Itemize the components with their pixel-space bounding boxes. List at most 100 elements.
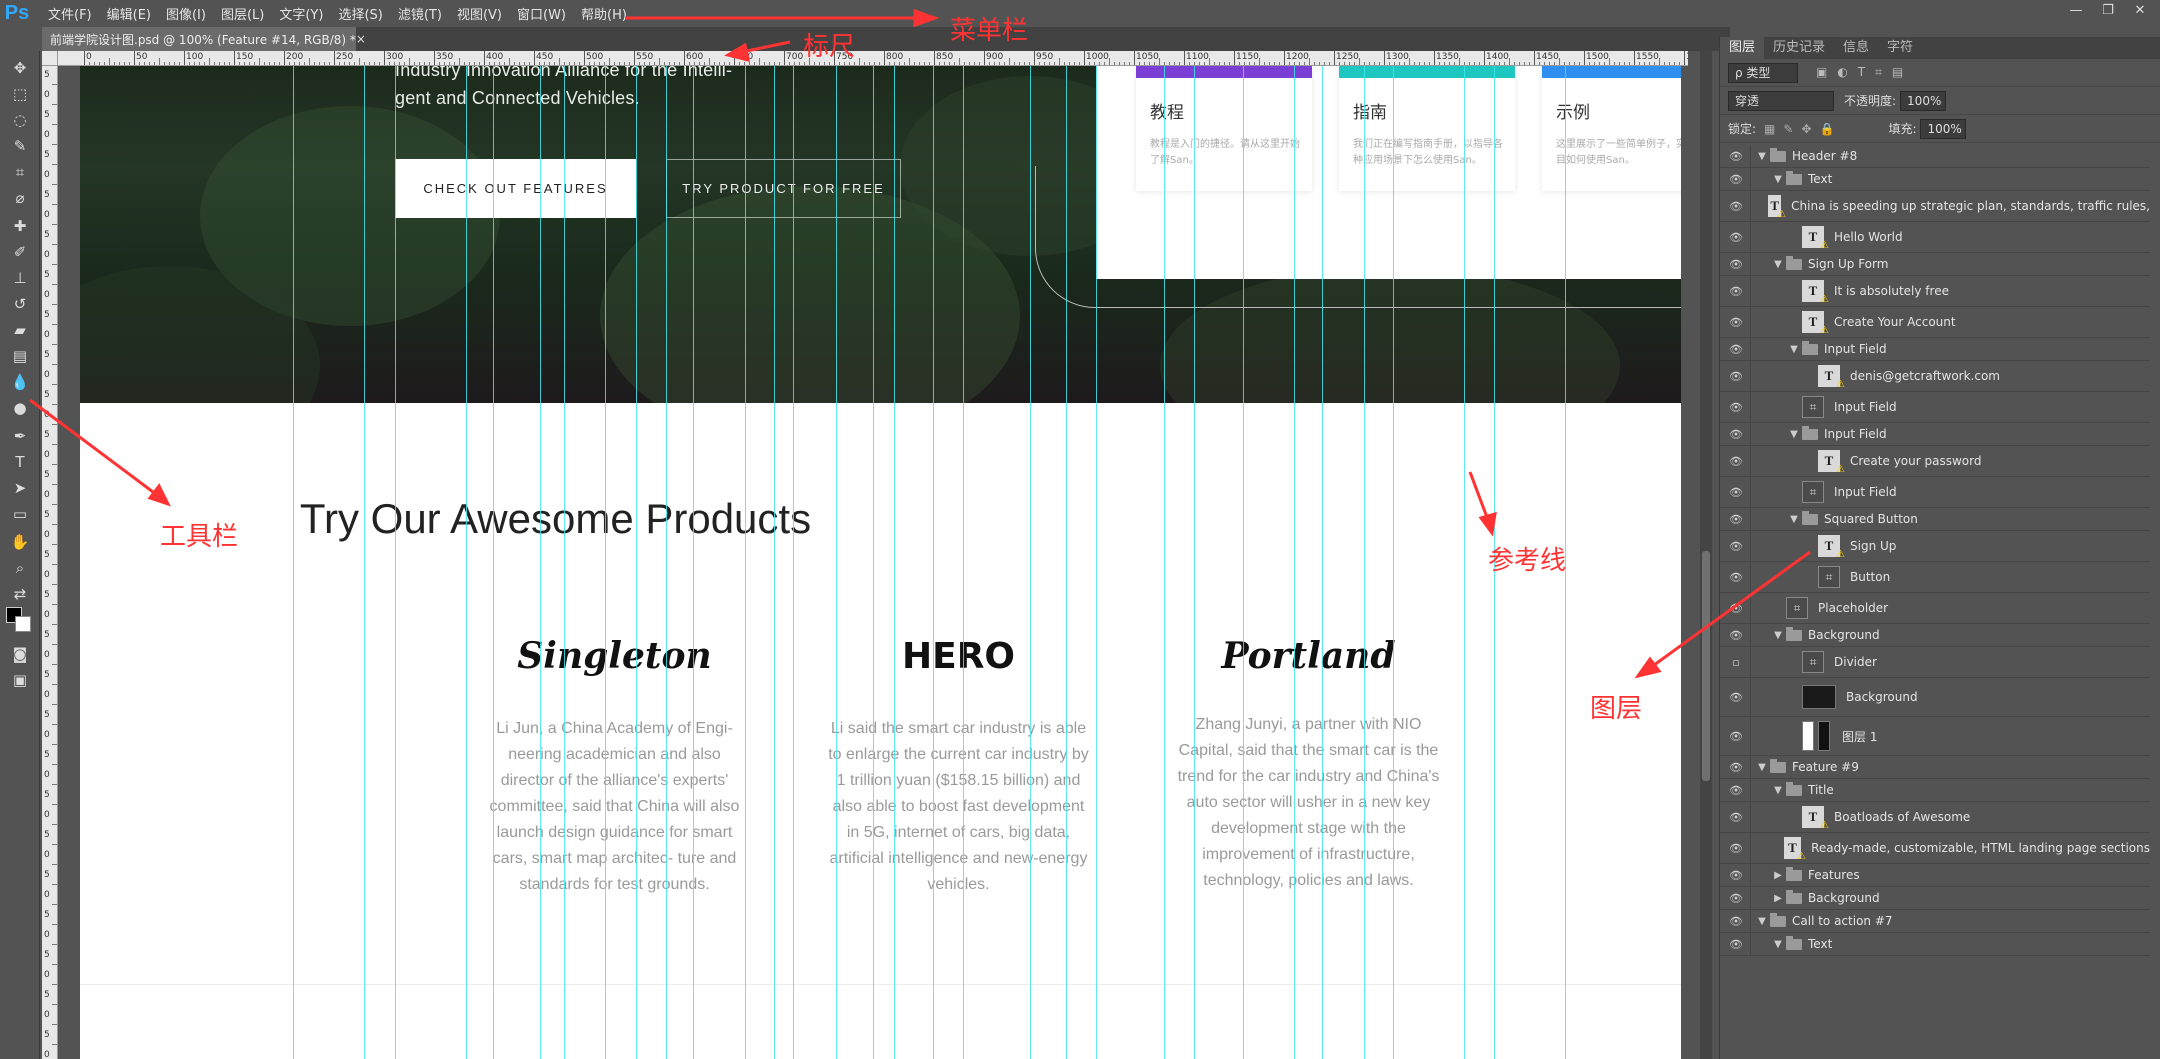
lock-icons[interactable]: ▦✎✥🔒	[1764, 122, 1842, 136]
visibility-eye-icon[interactable]: 👁	[1728, 915, 1744, 928]
tab-layers[interactable]: 图层	[1720, 37, 1765, 59]
zoom-tool-icon[interactable]: ⌕	[8, 557, 32, 579]
menu-item[interactable]: 视图(V)	[457, 4, 502, 23]
move-tool-icon[interactable]: ✥	[8, 57, 32, 79]
visibility-eye-icon[interactable]: 👁	[1728, 842, 1744, 855]
menu-item[interactable]: 编辑(E)	[107, 4, 151, 23]
quick-mask-icon[interactable]: ◙	[8, 643, 32, 665]
try-product-free-button[interactable]: TRY PRODUCT FOR FREE	[666, 159, 901, 218]
visibility-eye-icon[interactable]: 👁	[1728, 761, 1744, 774]
blend-mode-select[interactable]: 穿透	[1728, 90, 1834, 111]
filter-icons[interactable]: ▣◐T⌗▤	[1816, 65, 1913, 80]
layer-row[interactable]: 👁 T ⚠ Ready-made, customizable, HTML landin…	[1720, 833, 2150, 864]
visibility-eye-icon[interactable]: 👁	[1728, 455, 1744, 468]
stamp-tool-icon[interactable]: ⊥	[8, 267, 32, 289]
visibility-eye-icon[interactable]: 👁	[1728, 258, 1744, 271]
visibility-eye-icon[interactable]: 👁	[1728, 370, 1744, 383]
caret-right-icon[interactable]: ▶	[1772, 893, 1784, 904]
layer-row[interactable]: 👁 T ⚠ Hello World	[1720, 222, 2150, 253]
layer-group-row[interactable]: 👁 ▼ Input Field	[1720, 423, 2150, 446]
hand-tool-icon[interactable]: ✋	[8, 531, 32, 553]
tab-character[interactable]: 字符	[1878, 37, 1922, 59]
layer-group-row[interactable]: 👁 ▶ Background	[1720, 887, 2150, 910]
lasso-tool-icon[interactable]: ◌	[8, 109, 32, 131]
layer-row[interactable]: 👁 T ⚠ denis@getcraftwork.com	[1720, 361, 2150, 392]
visibility-eye-icon[interactable]: 👁	[1728, 401, 1744, 414]
caret-down-icon[interactable]: ▼	[1772, 939, 1784, 950]
layer-row[interactable]: 👁 T ⚠ Sign Up	[1720, 531, 2150, 562]
menu-item[interactable]: 滤镜(T)	[398, 4, 442, 23]
layer-group-row[interactable]: 👁 ▼ Call to action #7	[1720, 910, 2150, 933]
visibility-eye-icon[interactable]: 👁	[1728, 629, 1744, 642]
visibility-eye-icon[interactable]: 👁	[1728, 513, 1744, 526]
gradient-tool-icon[interactable]: ▤	[8, 345, 32, 367]
visibility-eye-icon[interactable]: 👁	[1728, 869, 1744, 882]
minimize-button[interactable]: —	[2060, 0, 2092, 20]
document-canvas[interactable]: Industry Innovation Alliance for the Int…	[80, 66, 1681, 1059]
visibility-eye-icon[interactable]: 👁	[1728, 343, 1744, 356]
screen-mode-icon[interactable]: ▣	[8, 669, 32, 691]
caret-down-icon[interactable]: ▼	[1756, 762, 1768, 773]
visibility-eye-icon[interactable]: 👁	[1728, 150, 1744, 163]
layer-group-row[interactable]: 👁 ▼ Feature #9	[1720, 756, 2150, 779]
healing-brush-tool-icon[interactable]: ✚	[8, 215, 32, 237]
scrollbar-thumb[interactable]	[1702, 551, 1710, 781]
caret-down-icon[interactable]: ▼	[1772, 785, 1784, 796]
caret-down-icon[interactable]: ▼	[1756, 916, 1768, 927]
layer-row[interactable]: 👁 T ⚠ It is absolutely free	[1720, 276, 2150, 307]
doc-card-tutorial[interactable]: 教程 教程是入门的捷径。请从这里开始了解San。	[1136, 66, 1312, 191]
menu-item[interactable]: 文件(F)	[48, 4, 92, 23]
layer-row[interactable]: 👁 Background	[1720, 678, 2150, 717]
quick-select-tool-icon[interactable]: ✎	[8, 135, 32, 157]
visibility-eye-icon[interactable]: 👁	[1728, 231, 1744, 244]
eraser-tool-icon[interactable]: ▰	[8, 319, 32, 341]
layer-row[interactable]: 👁 T ⚠ China is speeding up strategic plan, …	[1720, 191, 2150, 222]
visibility-eye-icon[interactable]: 👁	[1728, 428, 1744, 441]
menu-item[interactable]: 窗口(W)	[517, 4, 566, 23]
layer-group-row[interactable]: 👁 ▼ Text	[1720, 933, 2150, 956]
caret-down-icon[interactable]: ▼	[1788, 344, 1800, 355]
caret-down-icon[interactable]: ▼	[1756, 151, 1768, 162]
layer-group-row[interactable]: 👁 ▶ Features	[1720, 864, 2150, 887]
check-out-features-button[interactable]: CHECK OUT FEATURES	[395, 159, 636, 218]
restore-button[interactable]: ❐	[2092, 0, 2124, 20]
visibility-eye-icon[interactable]: 👁	[1728, 571, 1744, 584]
tab-info[interactable]: 信息	[1834, 37, 1878, 59]
visibility-eye-icon[interactable]: 👁	[1728, 285, 1744, 298]
document-tab[interactable]: 前端学院设计图.psd @ 100% (Feature #14, RGB/8) …	[42, 27, 366, 51]
background-color-swatch[interactable]	[15, 616, 31, 632]
top-ruler[interactable]: 0 50 100 150 200 250 300 350 400 450 500 550 600 650 7…	[58, 51, 1688, 66]
tab-history[interactable]: 历史记录	[1764, 37, 1834, 59]
layer-group-row[interactable]: 👁 ▼ Header #8	[1720, 145, 2150, 168]
layer-row[interactable]: 👁 T ⚠ Boatloads of Awesome	[1720, 802, 2150, 833]
layer-group-row[interactable]: 👁 ▼ Squared Button	[1720, 508, 2150, 531]
history-brush-tool-icon[interactable]: ↺	[8, 293, 32, 315]
layer-row[interactable]: 👁 T ⚠ Create Your Account	[1720, 307, 2150, 338]
menu-item[interactable]: 帮助(H)	[581, 4, 627, 23]
caret-down-icon[interactable]: ▼	[1772, 630, 1784, 641]
marquee-tool-icon[interactable]: ⬚	[8, 83, 32, 105]
menu-item[interactable]: 图像(I)	[166, 4, 206, 23]
caret-down-icon[interactable]: ▼	[1788, 429, 1800, 440]
visibility-eye-icon[interactable]: 👁	[1728, 811, 1744, 824]
visibility-eye-icon[interactable]: ▫	[1728, 656, 1744, 669]
type-tool-icon[interactable]: T	[8, 451, 32, 473]
vertical-scrollbar[interactable]	[1700, 51, 1712, 1059]
visibility-eye-icon[interactable]: 👁	[1728, 602, 1744, 615]
layer-group-row[interactable]: 👁 ▼ Background	[1720, 624, 2150, 647]
visibility-eye-icon[interactable]: 👁	[1728, 173, 1744, 186]
visibility-eye-icon[interactable]: 👁	[1728, 486, 1744, 499]
rectangle-tool-icon[interactable]: ▭	[8, 503, 32, 525]
layer-group-row[interactable]: 👁 ▼ Sign Up Form	[1720, 253, 2150, 276]
swap-colors-icon[interactable]: ⇄	[8, 583, 32, 605]
path-select-tool-icon[interactable]: ➤	[8, 477, 32, 499]
close-window-button[interactable]: ✕	[2124, 0, 2156, 20]
menu-item[interactable]: 文字(Y)	[279, 4, 323, 23]
crop-tool-icon[interactable]: ⌗	[8, 161, 32, 183]
doc-card-guide[interactable]: 指南 我们正在编写指南手册，以指导各种应用场景下怎么使用San。	[1339, 66, 1515, 191]
eyedropper-tool-icon[interactable]: ⌀	[8, 187, 32, 209]
caret-down-icon[interactable]: ▼	[1788, 514, 1800, 525]
left-ruler[interactable]: 5 0 5 0 5 0 5 0 5 0 5 0 5 0 5 0 5 0 5 0 5 0 5 0 5 0 5 0 5 0 5 0 5 0 5 0 5 0 5 0…	[42, 66, 58, 1059]
blur-tool-icon[interactable]: 💧	[8, 371, 32, 393]
layer-group-row[interactable]: 👁 ▼ Title	[1720, 779, 2150, 802]
